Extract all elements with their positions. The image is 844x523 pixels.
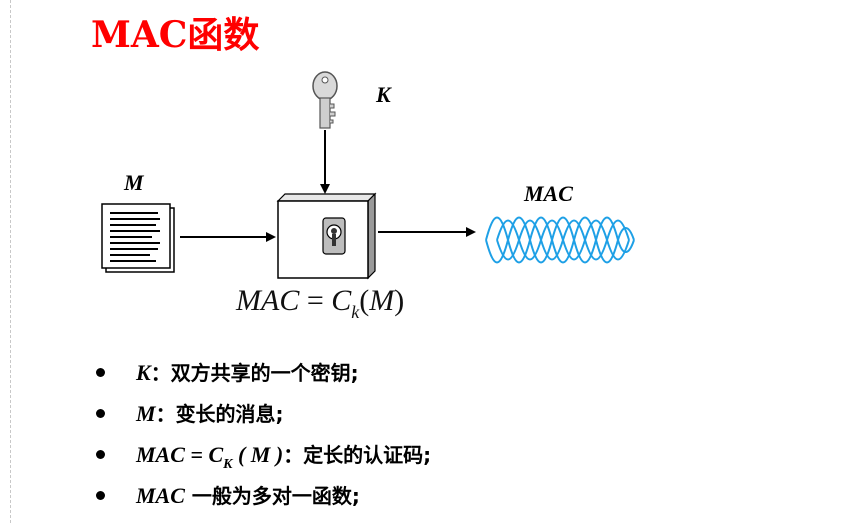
- bullet-symbol: M: [136, 401, 156, 426]
- mac-formula: MAC = Ck(M): [236, 284, 405, 322]
- bullet-dot: [96, 368, 105, 377]
- bullet-text: 定长的认证码;: [303, 443, 432, 467]
- message-label: M: [124, 170, 144, 195]
- bullet-symbol: K: [136, 360, 151, 385]
- key-icon: [312, 71, 338, 129]
- list-item: MAC = CK ( M )：定长的认证码;: [92, 434, 431, 475]
- bullet-symbol: MAC: [136, 483, 185, 508]
- formula-sub: k: [351, 302, 360, 322]
- bullet-text: 双方共享的一个密钥;: [170, 361, 359, 385]
- bullet-dot: [96, 491, 105, 500]
- definition-list: K：双方共享的一个密钥; M：变长的消息; MAC = CK ( M )：定长的…: [92, 352, 431, 516]
- formula-eq: =: [306, 284, 324, 317]
- bullet-separator: ：: [155, 402, 176, 426]
- formula-arg: M: [369, 284, 395, 317]
- formula-lhs: MAC: [236, 284, 300, 317]
- bullet-separator: ：: [283, 443, 304, 467]
- keyhole-icon: [322, 217, 346, 255]
- bullet-dot: [96, 409, 105, 418]
- formula-close: ): [394, 284, 405, 317]
- formula-open: (: [359, 284, 370, 317]
- key-label: K: [376, 82, 391, 107]
- bullet-text: 一般为多对一函数;: [191, 484, 360, 508]
- list-item: M：变长的消息;: [92, 393, 431, 434]
- bullet-separator: [185, 484, 192, 508]
- bullet-dot: [96, 450, 105, 459]
- mac-output-label: MAC: [524, 181, 573, 206]
- waveform-icon: [485, 216, 635, 264]
- bullet-symbol: MAC = CK ( M ): [136, 442, 284, 472]
- document-icon: [101, 203, 175, 273]
- list-item: K：双方共享的一个密钥;: [92, 352, 431, 393]
- bullet-separator: ：: [150, 361, 171, 385]
- list-item: MAC 一般为多对一函数;: [92, 475, 431, 516]
- bullet-text: 变长的消息;: [175, 402, 284, 426]
- bullet-symbol-sub: K: [223, 457, 233, 472]
- formula-func: C: [331, 284, 352, 317]
- bullet-symbol-tail: ( M ): [232, 442, 284, 467]
- bullet-symbol-main: MAC = C: [136, 442, 224, 467]
